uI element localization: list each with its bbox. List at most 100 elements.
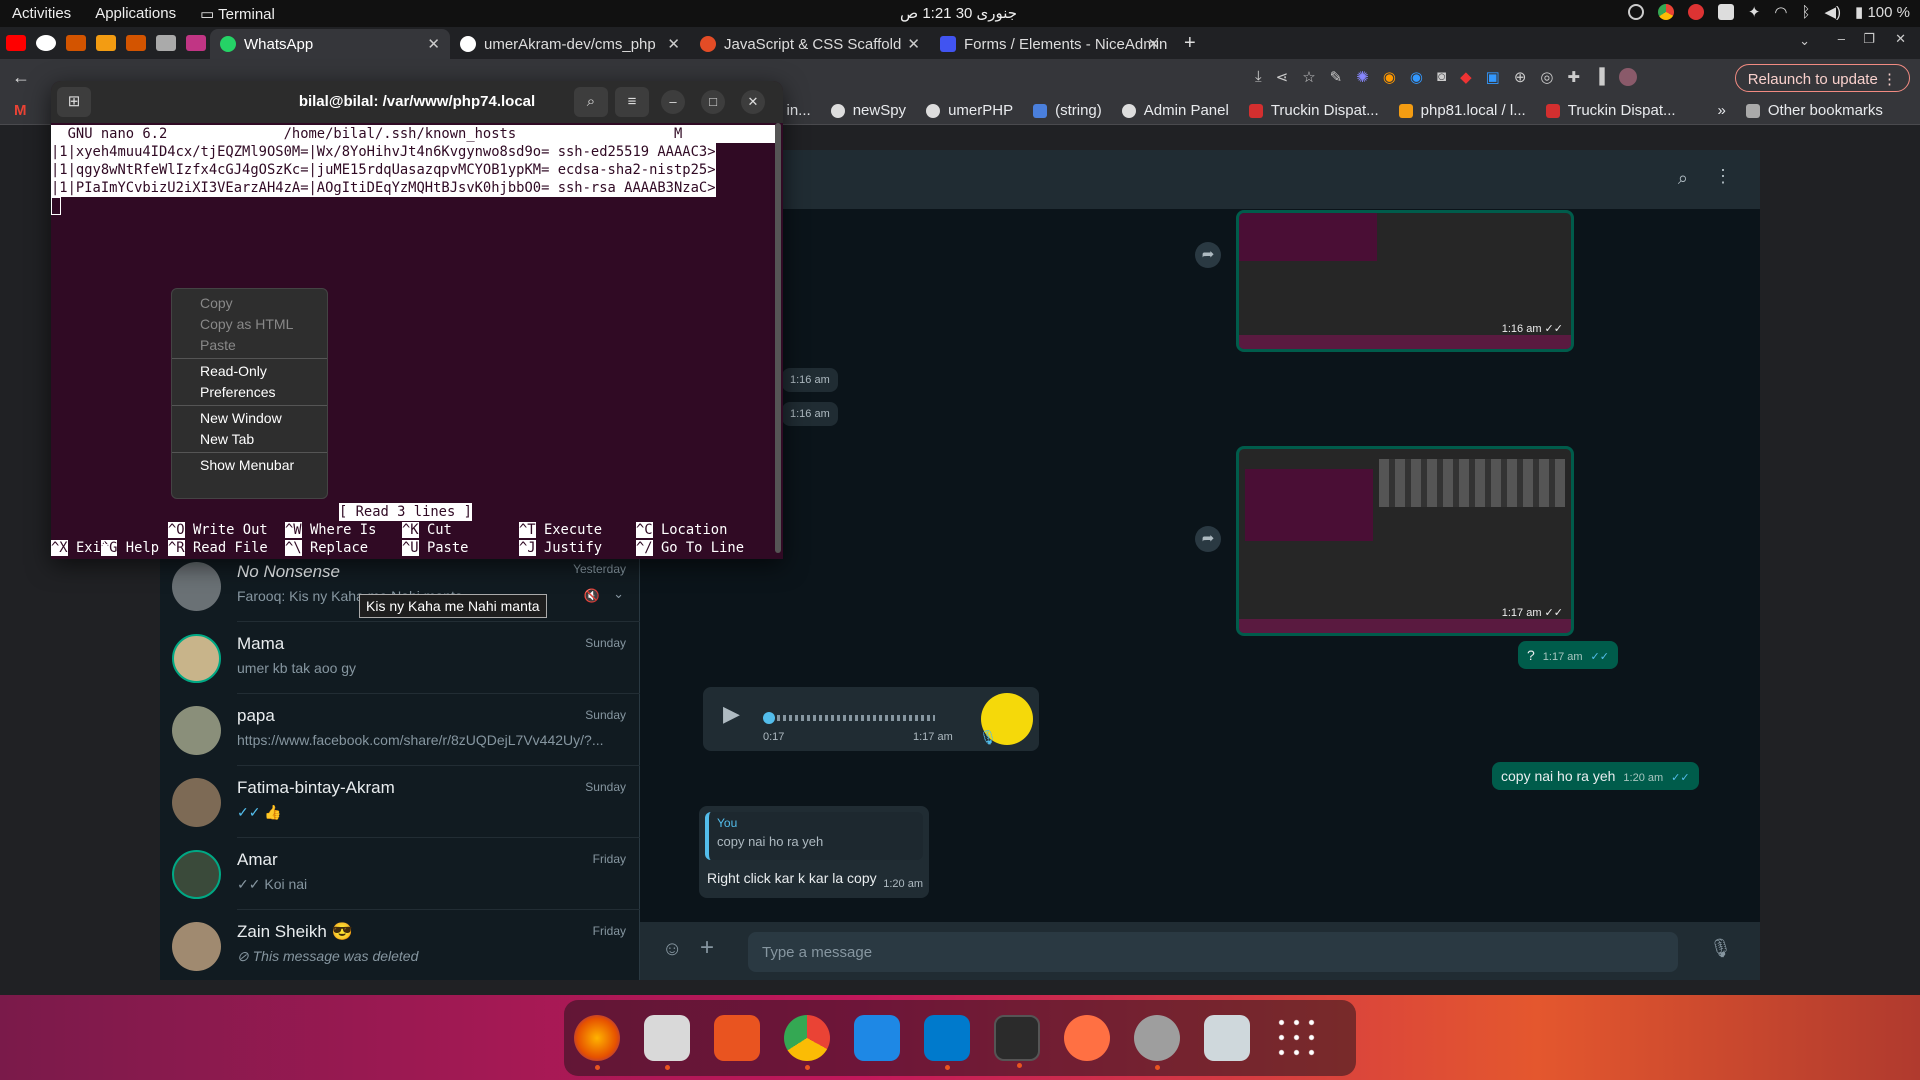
menu-copy-as-html[interactable]: Copy as HTML — [172, 314, 327, 335]
minimize-icon[interactable]: – — [1838, 31, 1845, 46]
voice-message[interactable]: ▶ 0:17 1:17 am 🎙 — [703, 687, 1039, 751]
extension-icon-4[interactable]: ◙ — [1437, 68, 1446, 86]
bookmark-item[interactable]: Truckin Dispat... — [1545, 102, 1676, 119]
extension-icon-1[interactable]: ✺ — [1356, 68, 1369, 86]
file-line[interactable]: |1|xyeh4muu4ID4cx/tjEQZMl9OS0M=|Wx/8YoHi… — [51, 143, 716, 161]
hamburger-menu-icon[interactable]: ≡ — [615, 87, 649, 117]
terminal-header-bar[interactable]: ⊞ bilal@bilal: /var/www/php74.local ⌕ ≡ … — [51, 81, 783, 123]
shortcut-where-is[interactable]: ^W Where Is — [285, 521, 376, 539]
file-line[interactable]: |1|PIaImYCvbizU2iXI3VEarzAH4zA=|AOgItiDE… — [51, 179, 716, 197]
clock[interactable]: جنوری 30 1:21 ص — [900, 4, 1017, 22]
attach-plus-icon[interactable]: + — [700, 934, 714, 962]
close-window-icon[interactable]: ✕ — [1895, 31, 1906, 47]
chat-row-fatima[interactable]: Fatima-bintay-Akram ✓✓ 👍 Sunday — [160, 766, 640, 838]
shortcut-help[interactable]: ^G Help — [100, 540, 159, 556]
image-message[interactable]: 1:17 am ✓✓ — [1236, 446, 1574, 636]
voice-waveform[interactable] — [765, 715, 935, 721]
play-icon[interactable]: ▶ — [723, 701, 740, 727]
eyedropper-extension-icon[interactable]: ✎ — [1330, 68, 1343, 86]
tab-search-icon[interactable]: ⌄ — [1799, 33, 1810, 49]
outgoing-message[interactable]: copy nai ho ra yeh 1:20 am ✓✓ — [1492, 762, 1699, 790]
chat-row-zain[interactable]: Zain Sheikh 😎 ⊘ This message was deleted… — [160, 910, 640, 982]
terminal-scrollbar[interactable] — [775, 123, 781, 553]
trash-icon[interactable] — [1204, 1015, 1250, 1061]
search-icon[interactable] — [1627, 4, 1644, 20]
shortcut-execute[interactable]: ^T Execute — [519, 521, 602, 539]
software-center-icon[interactable] — [714, 1015, 760, 1061]
extension-icon-7[interactable]: ⊕ — [1514, 68, 1527, 86]
postman-icon[interactable] — [1064, 1015, 1110, 1061]
shortcut-justify[interactable]: ^J Justify — [519, 539, 602, 557]
pinned-tab-3[interactable] — [66, 35, 86, 51]
volume-icon[interactable]: ◀) — [1825, 3, 1842, 21]
new-tab-icon[interactable]: + — [1184, 32, 1196, 55]
shortcut-replace[interactable]: ^\ Replace — [285, 539, 368, 557]
firefox-icon[interactable] — [574, 1015, 620, 1070]
menu-paste[interactable]: Paste — [172, 335, 327, 356]
bookmark-item[interactable]: newSpy — [830, 102, 906, 119]
text-editor-icon[interactable] — [854, 1015, 900, 1061]
wifi-icon[interactable]: ◠ — [1774, 3, 1787, 21]
forward-icon[interactable]: ➦ — [1195, 526, 1221, 552]
extension-icon-2[interactable]: ◉ — [1383, 68, 1396, 86]
menu-new-window[interactable]: New Window — [172, 408, 327, 429]
share-icon[interactable]: ⋖ — [1276, 68, 1289, 86]
bookmarks-overflow[interactable]: » — [1718, 102, 1726, 119]
extension-icon-5[interactable]: ◆ — [1460, 68, 1472, 86]
extension-icon-6[interactable]: ▣ — [1486, 68, 1500, 86]
gmail-bookmark[interactable]: M — [14, 102, 27, 119]
instagram-pinned-tab[interactable] — [186, 35, 206, 51]
extension-icon-8[interactable]: ◎ — [1540, 68, 1553, 86]
applications-menu[interactable]: Applications — [83, 5, 188, 22]
menu-icon[interactable]: ⋮ — [1714, 166, 1732, 187]
shortcut-paste[interactable]: ^U Paste — [402, 539, 468, 557]
shortcut-write-out[interactable]: ^O Write Out — [168, 521, 268, 539]
image-message[interactable]: 1:16 am ✓✓ — [1236, 210, 1574, 352]
do-not-disturb-icon[interactable] — [1687, 4, 1704, 20]
maximize-icon[interactable]: □ — [701, 90, 725, 114]
clipboard-icon[interactable] — [1717, 4, 1734, 20]
close-icon[interactable]: ✕ — [741, 90, 765, 114]
shortcut-go-to-line[interactable]: ^/ Go To Line — [636, 539, 744, 557]
pinned-tab-5[interactable] — [126, 35, 146, 51]
activities-button[interactable]: Activities — [0, 5, 83, 22]
chat-row-mama[interactable]: Mama umer kb tak aoo gy Sunday — [160, 622, 640, 694]
chrome-icon[interactable] — [784, 1015, 830, 1070]
close-tab-icon[interactable]: ✕ — [667, 35, 680, 53]
settings-gear-icon[interactable] — [1134, 1015, 1180, 1070]
menu-read-only[interactable]: Read-Only — [172, 361, 327, 382]
bookmark-star-icon[interactable]: ☆ — [1302, 68, 1315, 86]
vscode-icon[interactable] — [924, 1015, 970, 1070]
tab-github[interactable]: umerAkram-dev/cms_php ✕ — [450, 29, 690, 59]
shortcut-cut[interactable]: ^K Cut — [402, 521, 452, 539]
tab-niceadmin[interactable]: Forms / Elements - NiceAdmin ✕ — [930, 29, 1170, 59]
bookmark-item[interactable]: php81.local / l... — [1398, 102, 1526, 119]
emoji-icon[interactable]: ☺ — [662, 938, 682, 961]
shortcut-read-file[interactable]: ^R Read File — [168, 539, 268, 557]
relaunch-to-update-button[interactable]: Relaunch to update ⋮ — [1734, 64, 1910, 92]
bookmark-item[interactable]: in... — [787, 102, 811, 119]
nano-editor[interactable]: GNU nano 6.2 /home/bilal/.ssh/known_host… — [51, 123, 783, 559]
accessibility-icon[interactable]: ✦ — [1748, 3, 1761, 21]
message-input[interactable] — [748, 932, 1678, 972]
shortcut-exit[interactable]: ^X Exit — [51, 539, 109, 557]
back-icon[interactable]: ← — [12, 67, 30, 88]
extension-icon-3[interactable]: ◉ — [1410, 68, 1423, 86]
menu-copy[interactable]: Copy — [172, 293, 327, 314]
system-tray[interactable]: ✦ ◠ ᛒ ◀) ▮ 100 % — [1627, 3, 1910, 21]
bookmark-item[interactable]: (string) — [1033, 102, 1102, 119]
outgoing-message[interactable]: ? 1:17 am ✓✓ — [1518, 641, 1618, 669]
forward-icon[interactable]: ➦ — [1195, 242, 1221, 268]
bluetooth-icon[interactable]: ᛒ — [1801, 4, 1810, 21]
github-pinned-tab[interactable] — [36, 35, 56, 51]
app-grid-icon[interactable] — [1274, 1015, 1320, 1061]
close-tab-icon[interactable]: ✕ — [427, 35, 440, 53]
battery-icon[interactable]: ▮ 100 % — [1855, 3, 1910, 21]
close-tab-icon[interactable]: ✕ — [907, 35, 920, 53]
side-panel-icon[interactable]: ▐ — [1594, 68, 1605, 86]
bookmark-item[interactable]: umerPHP — [926, 102, 1013, 119]
incoming-reply-message[interactable]: You copy nai ho ra yeh Right click kar k… — [699, 806, 929, 898]
shortcut-location[interactable]: ^C Location — [636, 521, 727, 539]
mic-icon[interactable]: 🎙 — [1709, 938, 1732, 959]
chevron-down-icon[interactable]: ⌄ — [613, 586, 624, 602]
